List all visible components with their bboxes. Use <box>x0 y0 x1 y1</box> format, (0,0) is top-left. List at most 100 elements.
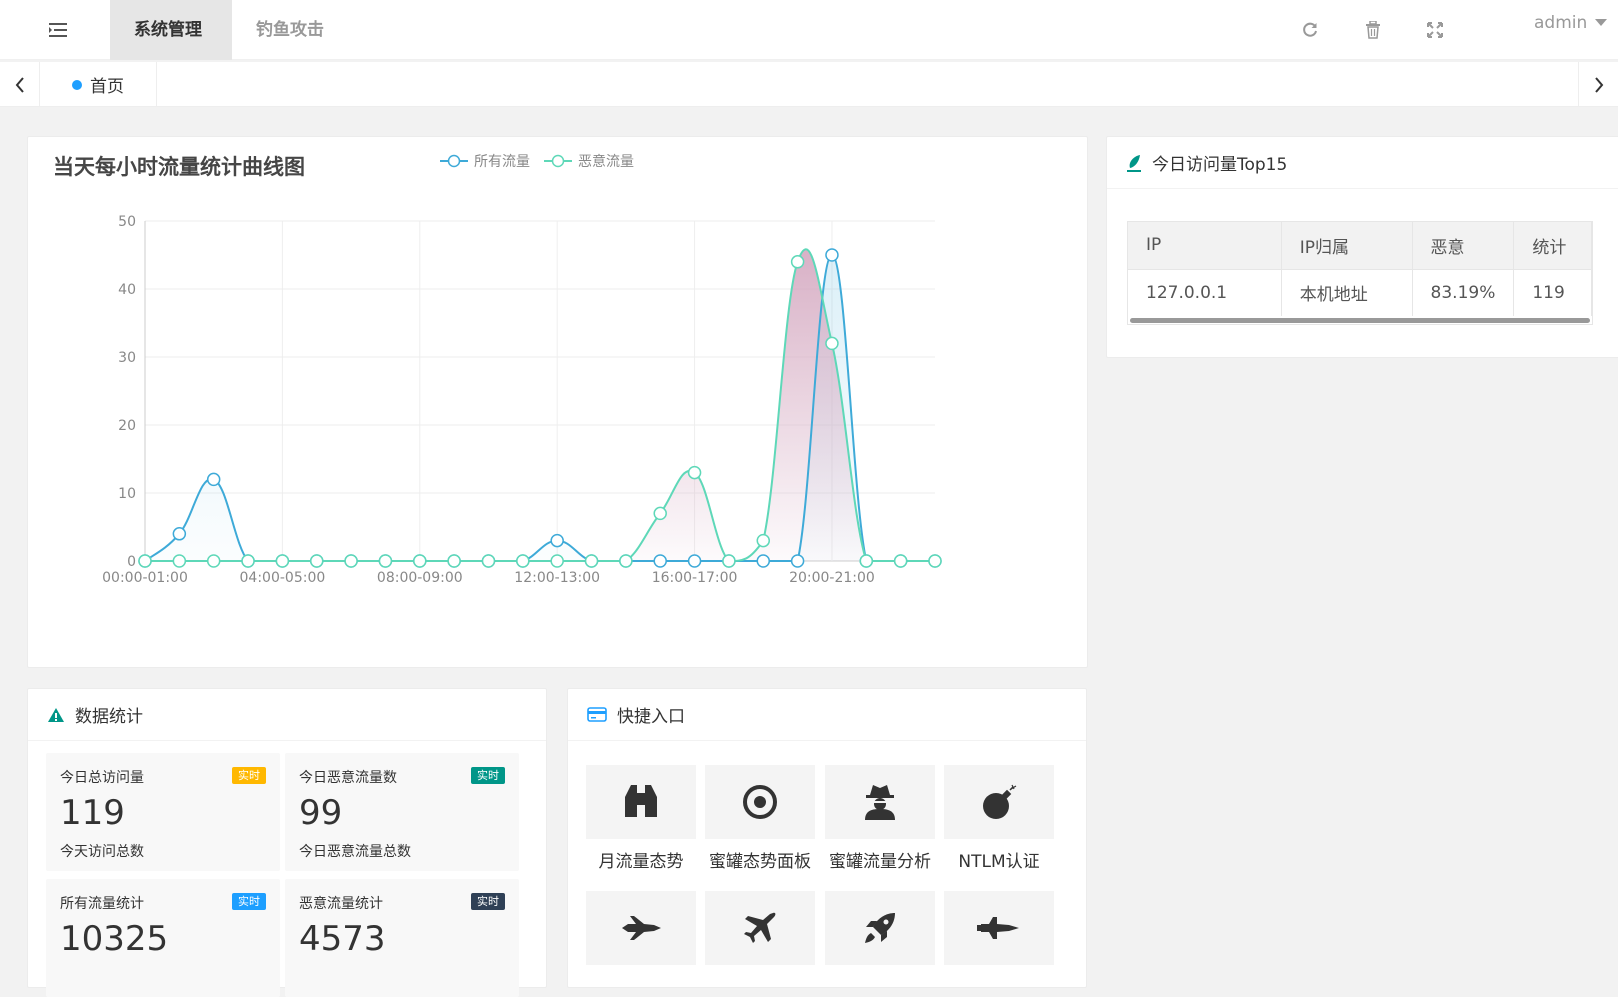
stat-value: 99 <box>299 793 343 833</box>
tab-system-management[interactable]: 系统管理 <box>110 0 232 60</box>
quick-monthly-traffic[interactable]: 月流量态势 <box>586 765 696 872</box>
quick-label: 蜜罐态势面板 <box>709 852 811 872</box>
data-point-all-traffic <box>172 527 187 541</box>
trash-icon[interactable] <box>1355 12 1391 48</box>
top15-header: 今日访问量Top15 <box>1107 137 1618 189</box>
data-point-malicious-traffic <box>619 554 633 568</box>
quick-label: NTLM认证 <box>958 852 1040 872</box>
username-label: admin <box>1534 13 1588 33</box>
col-ip-location: IP归属 <box>1281 222 1413 269</box>
data-point-malicious-traffic <box>206 554 221 568</box>
stat-subtitle: 今日恶意流量总数 <box>299 844 411 860</box>
stat-malicious-traffic: 恶意流量统计 实时 4573 <box>285 879 519 997</box>
data-point-all-traffic <box>653 554 667 568</box>
quick-label: 月流量态势 <box>598 852 684 872</box>
table-row[interactable]: 127.0.0.1 本机地址 83.19% 119 <box>1128 268 1592 316</box>
fullscreen-icon[interactable] <box>1417 12 1453 48</box>
chevron-left-icon[interactable] <box>0 62 40 107</box>
binoculars-icon <box>625 785 657 817</box>
data-point-malicious-traffic <box>241 554 255 568</box>
page-tab-strip: 首页 <box>0 62 1618 107</box>
data-point-malicious-traffic <box>859 554 874 568</box>
data-point-malicious-traffic <box>653 506 667 521</box>
series-area-malicious-traffic <box>145 249 935 561</box>
tab-home-label: 首页 <box>90 77 124 97</box>
data-point-malicious-traffic <box>516 554 530 568</box>
col-malicious: 恶意 <box>1412 222 1515 269</box>
y-tick-label: 30 <box>118 350 136 366</box>
traffic-line-chart: 0 10 20 30 40 50 00:00-01:00 04:00-05:00 08:00-0… <box>102 214 942 586</box>
horizontal-scrollbar[interactable] <box>1128 316 1592 324</box>
cell-ip: 127.0.0.1 <box>1128 268 1282 316</box>
data-point-malicious-traffic <box>790 255 805 269</box>
quick-access-header: 快捷入口 <box>568 689 1086 741</box>
data-point-malicious-traffic <box>722 554 736 568</box>
realtime-badge: 实时 <box>232 893 266 910</box>
stat-value: 119 <box>60 793 125 833</box>
data-point-all-traffic <box>825 248 839 262</box>
menu-toggle-icon[interactable] <box>40 12 76 48</box>
space-shuttle-icon <box>977 917 1019 939</box>
quick-honeypot-analysis[interactable]: 蜜罐流量分析 <box>825 765 935 872</box>
x-tick-label: 20:00-21:00 <box>789 570 875 586</box>
credit-card-icon <box>587 707 607 722</box>
data-point-all-traffic <box>550 533 564 548</box>
data-point-malicious-traffic <box>447 554 461 568</box>
stat-label: 所有流量统计 <box>60 896 144 912</box>
quick-ntlm-auth[interactable]: NTLM认证 <box>944 765 1054 872</box>
data-point-malicious-traffic <box>756 533 771 548</box>
y-tick-label: 50 <box>118 214 136 230</box>
cell-ip-location: 本机地址 <box>1281 268 1413 316</box>
quick-item-7[interactable] <box>825 891 935 973</box>
x-tick-label: 00:00-01:00 <box>102 570 188 586</box>
data-point-malicious-traffic <box>481 554 496 568</box>
caret-down-icon <box>1595 19 1608 26</box>
data-point-malicious-traffic <box>309 554 324 568</box>
refresh-icon[interactable] <box>1292 12 1328 48</box>
target-icon <box>743 785 777 819</box>
warning-icon <box>48 707 64 722</box>
data-point-all-traffic <box>206 472 221 487</box>
col-count: 统计 <box>1513 222 1592 269</box>
stats-header: 数据统计 <box>28 689 546 741</box>
tab-home[interactable]: 首页 <box>40 62 157 107</box>
tab-phishing-attack[interactable]: 钓鱼攻击 <box>232 0 352 60</box>
quick-access-card: 快捷入口 月流量态势 蜜罐态势面板 蜜罐流量分析 NTLM认证 <box>567 688 1087 988</box>
plane-icon <box>744 912 776 943</box>
stat-label: 今日总访问量 <box>60 770 144 786</box>
user-menu[interactable]: admin <box>1534 0 1608 46</box>
data-point-malicious-traffic <box>172 554 187 568</box>
stats-title: 数据统计 <box>75 707 143 727</box>
data-point-all-traffic <box>687 554 702 568</box>
data-point-all-traffic <box>756 554 771 568</box>
stat-label: 今日恶意流量数 <box>299 770 397 786</box>
fighter-jet-icon <box>622 916 661 940</box>
stat-today-visits: 今日总访问量 实时 119 今天访问总数 <box>46 753 280 871</box>
data-point-malicious-traffic <box>893 554 908 568</box>
data-point-malicious-traffic <box>584 554 599 568</box>
x-tick-label: 16:00-17:00 <box>652 570 738 586</box>
y-tick-label: 40 <box>118 282 136 298</box>
top15-title: 今日访问量Top15 <box>1152 155 1288 175</box>
quick-item-8[interactable] <box>944 891 1054 973</box>
top15-table: IP IP归属 恶意 统计 127.0.0.1 本机地址 83.19% 119 <box>1127 221 1593 325</box>
quick-item-5[interactable] <box>586 891 696 973</box>
quick-honeypot-dashboard[interactable]: 蜜罐态势面板 <box>705 765 815 872</box>
y-tick-label: 0 <box>127 554 136 570</box>
x-tick-label: 04:00-05:00 <box>240 570 326 586</box>
scrollbar-thumb[interactable] <box>1130 318 1590 323</box>
cell-count: 119 <box>1513 268 1592 316</box>
x-tick-label: 08:00-09:00 <box>377 570 463 586</box>
leaf-icon <box>1127 154 1141 172</box>
data-point-malicious-traffic <box>687 465 702 480</box>
stat-today-malicious: 今日恶意流量数 实时 99 今日恶意流量总数 <box>285 753 519 871</box>
data-point-malicious-traffic <box>928 554 942 568</box>
stat-value: 10325 <box>60 919 169 959</box>
quick-item-6[interactable] <box>705 891 815 973</box>
table-header-row: IP IP归属 恶意 统计 <box>1128 222 1592 269</box>
quick-access-title: 快捷入口 <box>617 707 685 727</box>
realtime-badge: 实时 <box>471 767 505 784</box>
chevron-right-icon[interactable] <box>1578 62 1618 107</box>
data-point-malicious-traffic <box>550 554 564 568</box>
x-tick-label: 12:00-13:00 <box>514 570 600 586</box>
